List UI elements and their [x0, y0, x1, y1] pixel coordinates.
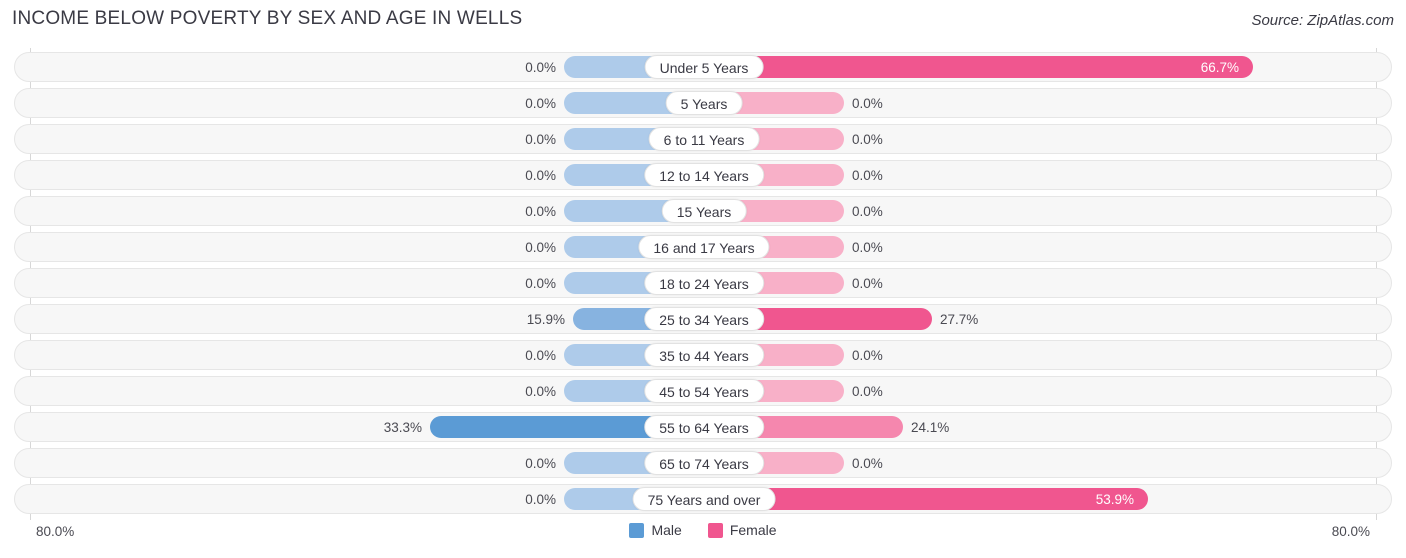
value-label-male: 0.0% — [525, 276, 556, 291]
chart-row: 0.0% 66.7% Under 5 Years — [14, 52, 1392, 82]
value-label-female: 0.0% — [852, 276, 883, 291]
chart-row: 0.0% 0.0% 15 Years — [14, 196, 1392, 226]
category-label: 55 to 64 Years — [644, 415, 764, 439]
chart-row: 15.9% 27.7% 25 to 34 Years — [14, 304, 1392, 334]
value-label-male: 0.0% — [525, 60, 556, 75]
value-label-male: 15.9% — [526, 312, 565, 327]
value-label-female: 27.7% — [940, 312, 979, 327]
value-label-female: 0.0% — [852, 240, 883, 255]
value-label-female: 0.0% — [852, 456, 883, 471]
bar-track: 0.0% 0.0% 65 to 74 Years — [15, 449, 1391, 477]
diverging-bar-chart: 0.0% 66.7% Under 5 Years 0.0% 0.0% 5 Years 0.0… — [0, 46, 1406, 520]
value-label-female: 0.0% — [852, 168, 883, 183]
bar-track: 0.0% 0.0% 45 to 54 Years — [15, 377, 1391, 405]
value-label-male: 0.0% — [525, 132, 556, 147]
category-label: Under 5 Years — [644, 55, 764, 79]
value-label-male: 0.0% — [525, 168, 556, 183]
category-label: 65 to 74 Years — [644, 451, 764, 475]
bar-track: 0.0% 0.0% 35 to 44 Years — [15, 341, 1391, 369]
value-label-female: 0.0% — [852, 96, 883, 111]
bar-track: 0.0% 0.0% 5 Years — [15, 89, 1391, 117]
value-label-female: 0.0% — [852, 204, 883, 219]
bar-track: 0.0% 0.0% 18 to 24 Years — [15, 269, 1391, 297]
legend-swatch-icon — [707, 522, 723, 538]
page-title: INCOME BELOW POVERTY BY SEX AND AGE IN W… — [12, 8, 523, 29]
bar-track: 0.0% 53.9% 75 Years and over — [15, 485, 1391, 513]
value-label-female: 0.0% — [852, 384, 883, 399]
chart-row: 0.0% 0.0% 6 to 11 Years — [14, 124, 1392, 154]
bar-track: 33.3% 24.1% 55 to 64 Years — [15, 413, 1391, 441]
chart-row: 0.0% 0.0% 18 to 24 Years — [14, 268, 1392, 298]
value-label-male: 0.0% — [525, 240, 556, 255]
category-label: 5 Years — [665, 91, 743, 115]
category-label: 35 to 44 Years — [644, 343, 764, 367]
value-label-male: 0.0% — [525, 492, 556, 507]
value-label-male: 0.0% — [525, 204, 556, 219]
chart-row: 0.0% 0.0% 35 to 44 Years — [14, 340, 1392, 370]
value-label-male: 0.0% — [525, 384, 556, 399]
value-label-male: 0.0% — [525, 96, 556, 111]
category-label: 12 to 14 Years — [644, 163, 764, 187]
category-label: 18 to 24 Years — [644, 271, 764, 295]
legend-item[interactable]: Male — [629, 522, 682, 538]
legend-label: Male — [651, 522, 682, 538]
chart-row: 33.3% 24.1% 55 to 64 Years — [14, 412, 1392, 442]
chart-row: 0.0% 0.0% 45 to 54 Years — [14, 376, 1392, 406]
legend-swatch-icon — [629, 522, 645, 538]
legend-label: Female — [729, 522, 777, 538]
category-label: 16 and 17 Years — [638, 235, 770, 259]
bar-track: 0.0% 0.0% 15 Years — [15, 197, 1391, 225]
value-label-female: 24.1% — [911, 420, 950, 435]
category-label: 6 to 11 Years — [648, 127, 760, 151]
chart-row: 0.0% 0.0% 12 to 14 Years — [14, 160, 1392, 190]
bar-track: 15.9% 27.7% 25 to 34 Years — [15, 305, 1391, 333]
value-label-male: 0.0% — [525, 348, 556, 363]
value-label-male: 0.0% — [525, 456, 556, 471]
value-label-male: 33.3% — [383, 420, 422, 435]
chart-row: 0.0% 53.9% 75 Years and over — [14, 484, 1392, 514]
chart-row: 0.0% 0.0% 16 and 17 Years — [14, 232, 1392, 262]
bar-female — [704, 56, 1253, 78]
value-label-female: 0.0% — [852, 348, 883, 363]
category-label: 75 Years and over — [632, 487, 776, 511]
category-label: 45 to 54 Years — [644, 379, 764, 403]
bar-track: 0.0% 0.0% 16 and 17 Years — [15, 233, 1391, 261]
category-label: 25 to 34 Years — [644, 307, 764, 331]
category-label: 15 Years — [661, 199, 747, 223]
legend-item[interactable]: Female — [707, 522, 777, 538]
chart-row: 0.0% 0.0% 65 to 74 Years — [14, 448, 1392, 478]
chart-legend: Male Female — [0, 522, 1406, 538]
chart-row: 0.0% 0.0% 5 Years — [14, 88, 1392, 118]
value-label-female: 53.9% — [1095, 492, 1134, 507]
value-label-female: 66.7% — [1200, 60, 1239, 75]
value-label-female: 0.0% — [852, 132, 883, 147]
bar-track: 0.0% 0.0% 6 to 11 Years — [15, 125, 1391, 153]
source-attribution: Source: ZipAtlas.com — [1251, 12, 1394, 29]
bar-track: 0.0% 0.0% 12 to 14 Years — [15, 161, 1391, 189]
bar-track: 0.0% 66.7% Under 5 Years — [15, 53, 1391, 81]
